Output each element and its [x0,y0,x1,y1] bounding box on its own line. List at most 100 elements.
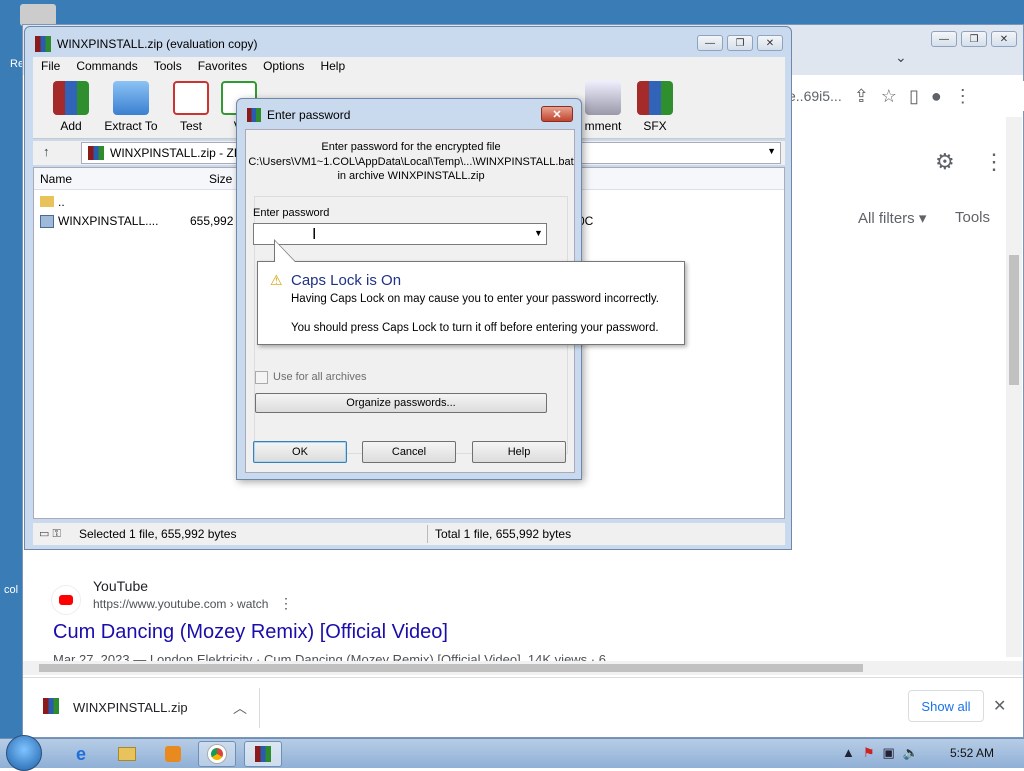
scroll-thumb[interactable] [39,664,863,672]
result-title-link[interactable]: Cum Dancing (Mozey Remix) [Official Vide… [53,621,448,644]
action-center-icon[interactable]: ⚑ [863,745,875,761]
status-bar: ▭ ⚿ Selected 1 file, 655,992 bytes Total… [33,523,785,545]
close-button[interactable]: ✕ [541,106,573,122]
system-tray: ▲ ⚑ ▣ 🔈 [842,745,919,761]
ok-button[interactable]: OK [253,441,347,463]
start-button[interactable] [6,735,42,771]
settings-gear-icon[interactable]: ⚙ [935,149,955,175]
sfx-icon [637,81,673,115]
clock[interactable]: 5:52 AM [950,746,994,760]
caps-lock-tooltip: ⚠ Caps Lock is On Having Caps Lock on ma… [257,261,685,345]
chrome-window-controls: — ❐ ✕ [931,31,1017,47]
column-size[interactable]: Size [209,172,232,186]
column-name[interactable]: Name [40,172,72,186]
add-icon [53,81,89,115]
maximize-button[interactable]: ❐ [727,35,753,51]
status-selected: Selected 1 file, 655,992 bytes [79,527,237,541]
up-arrow-icon[interactable]: ↑ [43,144,50,159]
comment-icon [585,81,621,115]
menu-help[interactable]: Help [312,57,353,77]
share-icon[interactable]: ⇪ [854,86,869,107]
message-line: Enter password for the encrypted file [321,141,501,153]
address-bar[interactable]: e..69i5... ⇪ ☆ ▯ ● ⋮ [788,81,1024,111]
winrar-taskbar-icon[interactable] [244,741,282,767]
item-name: .. [58,195,65,209]
result-site-name: YouTube [93,578,149,594]
show-hidden-icons-icon[interactable]: ▲ [842,745,855,761]
volume-icon[interactable]: 🔈 [903,745,919,761]
warning-icon: ⚠ [270,272,283,288]
scroll-thumb[interactable] [1009,255,1019,385]
dialog-message: Enter password for the encrypted file C:… [246,140,576,184]
minimize-button[interactable]: — [931,31,957,47]
tooltip-text: Having Caps Lock on may cause you to ent… [291,293,659,305]
maximize-button[interactable]: ❐ [961,31,987,47]
menu-favorites[interactable]: Favorites [190,57,255,77]
recycle-bin-icon[interactable] [20,4,56,26]
help-button[interactable]: Help [472,441,566,463]
use-for-all-checkbox[interactable] [255,371,268,384]
explorer-folder-icon[interactable] [108,741,146,767]
download-bar: WINXPINSTALL.zip ︿ Show all ✕ [23,677,1023,737]
profile-icon[interactable]: ● [931,86,942,107]
tooltip-title: Caps Lock is On [291,272,402,289]
extract-label: Extract To [104,119,158,133]
sfx-button[interactable]: SFX [625,81,685,133]
add-button[interactable]: Add [41,81,101,133]
winrar-icon [35,36,51,52]
tools-button[interactable]: Tools [955,209,990,226]
chevron-down-icon[interactable]: ▼ [534,228,543,238]
test-clipboard-icon [173,81,209,115]
message-line: in archive WINXPINSTALL.zip [337,170,485,182]
result-more-icon[interactable]: ⋮ [279,595,293,612]
dialog-title: Enter password [267,108,351,122]
tooltip-text: You should press Caps Lock to turn it of… [291,322,659,334]
zip-file-icon [43,698,59,714]
folder-icon [40,196,54,207]
cancel-button[interactable]: Cancel [362,441,456,463]
extract-to-button[interactable]: Extract To [99,81,163,133]
comment-button[interactable]: mment [581,81,625,133]
test-button[interactable]: Test [161,81,221,133]
chevron-down-icon[interactable]: ▼ [767,146,776,156]
network-icon[interactable]: ▣ [883,745,895,761]
divider [427,525,428,543]
media-player-icon[interactable] [154,741,192,767]
chevron-up-icon[interactable]: ︿ [233,698,247,718]
menu-kebab-icon[interactable]: ⋮ [954,86,972,107]
menu-file[interactable]: File [33,57,68,77]
password-input[interactable]: I ▼ [253,223,547,245]
text-cursor-icon: I [312,226,317,243]
close-button[interactable]: ✕ [991,31,1017,47]
side-panel-icon[interactable]: ▯ [909,86,919,107]
menu-commands[interactable]: Commands [68,57,145,77]
chrome-taskbar-icon[interactable] [198,741,236,767]
item-size: 655,992 [190,214,234,228]
divider [259,688,260,728]
horizontal-scrollbar[interactable] [23,661,1023,675]
download-file-name[interactable]: WINXPINSTALL.zip [73,700,188,715]
menu-options[interactable]: Options [255,57,312,77]
close-button[interactable]: ✕ [757,35,783,51]
vertical-scrollbar[interactable] [1006,117,1022,657]
close-icon[interactable]: ✕ [993,696,1006,716]
password-label: Enter password [253,207,330,219]
tab-search-chevron-icon[interactable]: ⌄ [895,49,907,66]
test-label: Test [179,119,202,133]
add-label: Add [60,119,82,133]
minimize-button[interactable]: — [697,35,723,51]
comment-label: mment [584,119,622,133]
show-all-button[interactable]: Show all [908,690,984,722]
item-name: WINXPINSTALL.... [58,214,159,228]
organize-passwords-button[interactable]: Organize passwords... [255,393,547,413]
bookmark-star-icon[interactable]: ☆ [881,86,897,107]
taskbar: e ▲ ⚑ ▣ 🔈 5:52 AM [0,735,1024,771]
menu-tools[interactable]: Tools [146,57,190,77]
status-total: Total 1 file, 655,992 bytes [435,527,572,541]
url-text: e..69i5... [788,88,842,104]
all-filters-button[interactable]: All filters ▾ [858,209,926,227]
winrar-icon [247,108,261,122]
desktop-label-bottom: col [4,584,19,596]
sfx-label: SFX [643,119,667,133]
ie-icon[interactable]: e [62,741,100,767]
